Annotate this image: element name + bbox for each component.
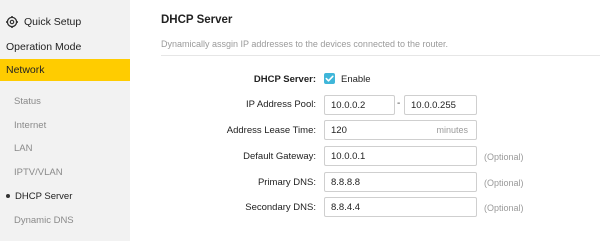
nav-operation-mode[interactable]: Operation Mode — [0, 35, 130, 59]
page-description: Dynamically assgin IP addresses to the d… — [161, 38, 600, 56]
ip-pool-start-value: 10.0.0.2 — [331, 99, 366, 111]
ip-pool-end-input[interactable]: 10.0.0.255 — [404, 95, 477, 115]
lease-time-value: 120 — [331, 124, 347, 136]
secondary-dns-hint: (Optional) — [484, 203, 524, 213]
sidebar: Quick Setup Operation Mode Network Statu… — [0, 0, 130, 241]
page-title: DHCP Server — [161, 14, 233, 26]
sidebar-item-label: Dynamic DNS — [14, 214, 74, 226]
lease-time-input[interactable]: 120 minutes — [324, 120, 477, 140]
lease-time-unit: minutes — [436, 125, 468, 135]
primary-dns-hint: (Optional) — [484, 178, 524, 188]
sidebar-item-label: Status — [14, 95, 41, 107]
sidebar-item-iptv-vlan[interactable]: IPTV/VLAN — [0, 162, 130, 182]
nav-operation-mode-label: Operation Mode — [6, 41, 82, 53]
lease-time-label: Address Lease Time: — [226, 125, 316, 136]
ip-pool-label: IP Address Pool: — [245, 99, 316, 110]
nav-quick-setup[interactable]: Quick Setup — [0, 10, 130, 34]
sidebar-item-lan[interactable]: LAN — [0, 138, 130, 158]
sidebar-item-dhcp-server[interactable]: DHCP Server — [0, 186, 130, 206]
primary-dns-input[interactable]: 8.8.8.8 — [324, 172, 477, 192]
sidebar-item-label: IPTV/VLAN — [14, 166, 63, 178]
default-gateway-label: Default Gateway: — [243, 151, 316, 162]
dhcp-server-label: DHCP Server: — [253, 74, 316, 85]
default-gateway-hint: (Optional) — [484, 152, 524, 162]
ip-pool-end-value: 10.0.0.255 — [411, 99, 456, 111]
sidebar-item-label: DHCP Server — [15, 190, 73, 202]
sidebar-item-dynamic-dns[interactable]: Dynamic DNS — [0, 210, 130, 230]
ip-pool-start-input[interactable]: 10.0.0.2 — [324, 95, 395, 115]
checkmark-icon — [325, 75, 334, 82]
sidebar-item-label: Internet — [14, 119, 47, 131]
ip-pool-separator: - — [397, 98, 401, 109]
secondary-dns-input[interactable]: 8.8.4.4 — [324, 197, 477, 217]
active-bullet-icon — [6, 194, 10, 198]
nav-network-label: Network — [6, 64, 45, 76]
dhcp-enable-checkbox[interactable] — [324, 73, 335, 84]
default-gateway-input[interactable]: 10.0.0.1 — [324, 146, 477, 166]
primary-dns-value: 8.8.8.8 — [331, 176, 361, 188]
nav-quick-setup-label: Quick Setup — [24, 16, 82, 28]
sidebar-item-status[interactable]: Status — [0, 91, 130, 111]
primary-dns-label: Primary DNS: — [257, 177, 316, 188]
default-gateway-value: 10.0.0.1 — [331, 150, 366, 162]
secondary-dns-value: 8.8.4.4 — [331, 201, 361, 213]
secondary-dns-label: Secondary DNS: — [245, 202, 316, 213]
sidebar-item-label: LAN — [14, 142, 33, 154]
nav-network[interactable]: Network — [0, 59, 130, 81]
gear-icon — [6, 16, 18, 28]
sidebar-item-internet[interactable]: Internet — [0, 115, 130, 135]
dhcp-enable-label: Enable — [341, 74, 371, 85]
